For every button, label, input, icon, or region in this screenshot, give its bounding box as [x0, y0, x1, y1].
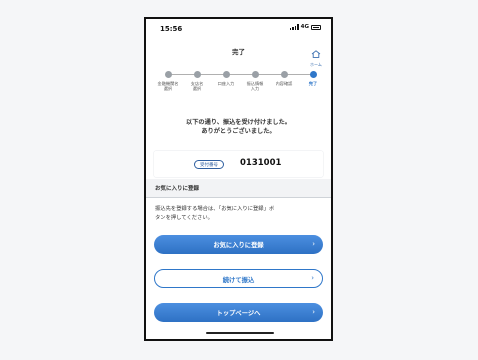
favorite-description: 振込先を登録する場合は、「お気に入りに登録」ボ タンを押してください。 — [155, 206, 275, 221]
step-label: 振込情報 入力 — [246, 81, 264, 91]
progress-stepper: 金融機関名 選択 支店名 選択 口座入力 振込情報 入力 内容確認 完了 — [146, 71, 331, 101]
receipt-badge: 受付番号 — [194, 160, 224, 169]
status-bar: 15:56 4G — [146, 19, 331, 37]
network-type: 4G — [300, 24, 309, 30]
favorite-section-header: お気に入りに登録 — [146, 179, 331, 198]
continue-transfer-button[interactable]: 続けて振込 › — [154, 269, 323, 288]
top-page-label: トップページへ — [216, 310, 261, 317]
step-bank-select: 金融機関名 選択 — [154, 71, 182, 91]
signal-icon — [290, 24, 299, 30]
step-dot — [193, 71, 201, 78]
favorite-section-title: お気に入りに登録 — [155, 186, 200, 192]
step-label: 完了 — [308, 81, 318, 86]
home-label: ホーム — [310, 62, 322, 67]
chevron-right-icon: › — [311, 274, 314, 282]
step-dot — [280, 71, 288, 78]
step-dot — [251, 71, 259, 78]
step-label: 金融機関名 選択 — [157, 81, 179, 91]
phone-screen: 15:56 4G 完了 ホーム 金融機関名 選択 支店名 選択 口座入力 振込情… — [144, 17, 333, 341]
step-account-input: 口座入力 — [212, 71, 240, 86]
completion-message: 以下の通り、振込を受け付けました。 ありがとうございました。 — [186, 119, 291, 135]
step-label: 支店名 選択 — [190, 81, 204, 91]
step-dot-active — [309, 71, 317, 78]
add-favorite-button[interactable]: お気に入りに登録 › — [154, 235, 323, 254]
battery-icon — [311, 24, 321, 30]
add-favorite-label: お気に入りに登録 — [213, 242, 264, 249]
top-page-button[interactable]: トップページへ › — [154, 303, 323, 322]
home-icon — [311, 50, 321, 58]
step-complete: 完了 — [299, 71, 327, 86]
continue-transfer-label: 続けて振込 — [222, 277, 255, 284]
step-dot — [164, 71, 172, 78]
step-label: 口座入力 — [217, 81, 235, 86]
receipt-box: 受付番号 0131001 — [154, 151, 323, 177]
step-transfer-info: 振込情報 入力 — [241, 71, 269, 91]
home-button[interactable]: ホーム — [307, 43, 325, 68]
step-confirm: 内容確認 — [270, 71, 298, 86]
step-dot — [222, 71, 230, 78]
page-title: 完了 — [232, 48, 245, 56]
status-time: 15:56 — [160, 25, 183, 33]
chevron-right-icon: › — [312, 240, 315, 248]
app-header: 完了 ホーム — [146, 37, 331, 67]
step-branch-select: 支店名 選択 — [183, 71, 211, 91]
chevron-right-icon: › — [312, 308, 315, 316]
receipt-number: 0131001 — [240, 158, 282, 168]
step-label: 内容確認 — [275, 81, 293, 86]
status-indicators: 4G — [290, 24, 321, 30]
home-indicator — [206, 331, 274, 334]
